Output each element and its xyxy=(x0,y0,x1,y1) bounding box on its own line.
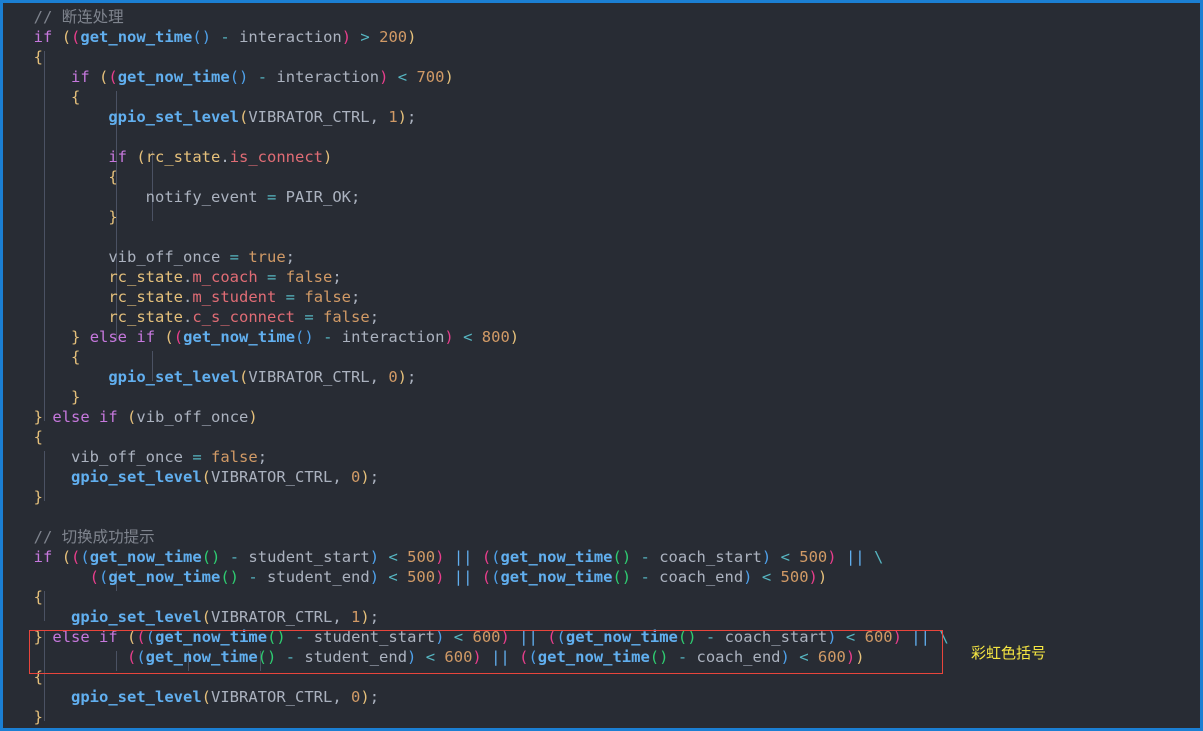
code-line: vib_off_once = true; xyxy=(108,248,296,266)
code-line: } xyxy=(33,708,44,726)
code-line: { xyxy=(71,88,81,106)
code-line: } xyxy=(33,488,44,506)
code-line: { xyxy=(71,348,81,366)
code-line: // 断连处理 xyxy=(33,8,124,26)
code-line: gpio_set_level(VIBRATOR_CTRL, 1); xyxy=(71,608,380,626)
code-line: } xyxy=(108,208,118,226)
code-line: // 切换成功提示 xyxy=(33,528,155,546)
code-line: } else if (vib_off_once) xyxy=(33,408,258,426)
code-line: ((get_now_time() - student_end) < 500) |… xyxy=(89,568,828,586)
code-line: { xyxy=(33,428,44,446)
code-line: rc_state.c_s_connect = false; xyxy=(108,308,380,326)
code-line: gpio_set_level(VIBRATOR_CTRL, 0); xyxy=(71,688,380,706)
code-line: if ((get_now_time() - interaction) < 700… xyxy=(71,68,454,86)
code-line: gpio_set_level(VIBRATOR_CTRL, 0); xyxy=(71,468,380,486)
code-line: if ((get_now_time() - interaction) > 200… xyxy=(33,28,417,46)
code-line: { xyxy=(33,588,44,606)
code-line: rc_state.m_coach = false; xyxy=(108,268,342,286)
code-viewport[interactable]: // 断连处理 if ((get_now_time() - interactio… xyxy=(3,3,1200,728)
code-lines: // 断连处理 if ((get_now_time() - interactio… xyxy=(3,7,1200,727)
code-editor-window: // 断连处理 if ((get_now_time() - interactio… xyxy=(0,0,1203,731)
code-line: { xyxy=(33,668,44,686)
code-line: gpio_set_level(VIBRATOR_CTRL, 1); xyxy=(108,108,417,126)
code-line: } else if ((get_now_time() - interaction… xyxy=(71,328,520,346)
code-line: if (rc_state.is_connect) xyxy=(108,148,333,166)
code-line: gpio_set_level(VIBRATOR_CTRL, 0); xyxy=(108,368,417,386)
code-line: rc_state.m_student = false; xyxy=(108,288,361,306)
annotation-label: 彩虹色括号 xyxy=(971,644,1047,662)
code-line: { xyxy=(33,48,44,66)
code-line: } xyxy=(71,388,81,406)
code-line: if (((get_now_time() - student_start) < … xyxy=(33,548,884,566)
code-line: notify_event = PAIR_OK; xyxy=(145,188,361,206)
code-line: { xyxy=(108,168,118,186)
code-line: vib_off_once = false; xyxy=(71,448,268,466)
